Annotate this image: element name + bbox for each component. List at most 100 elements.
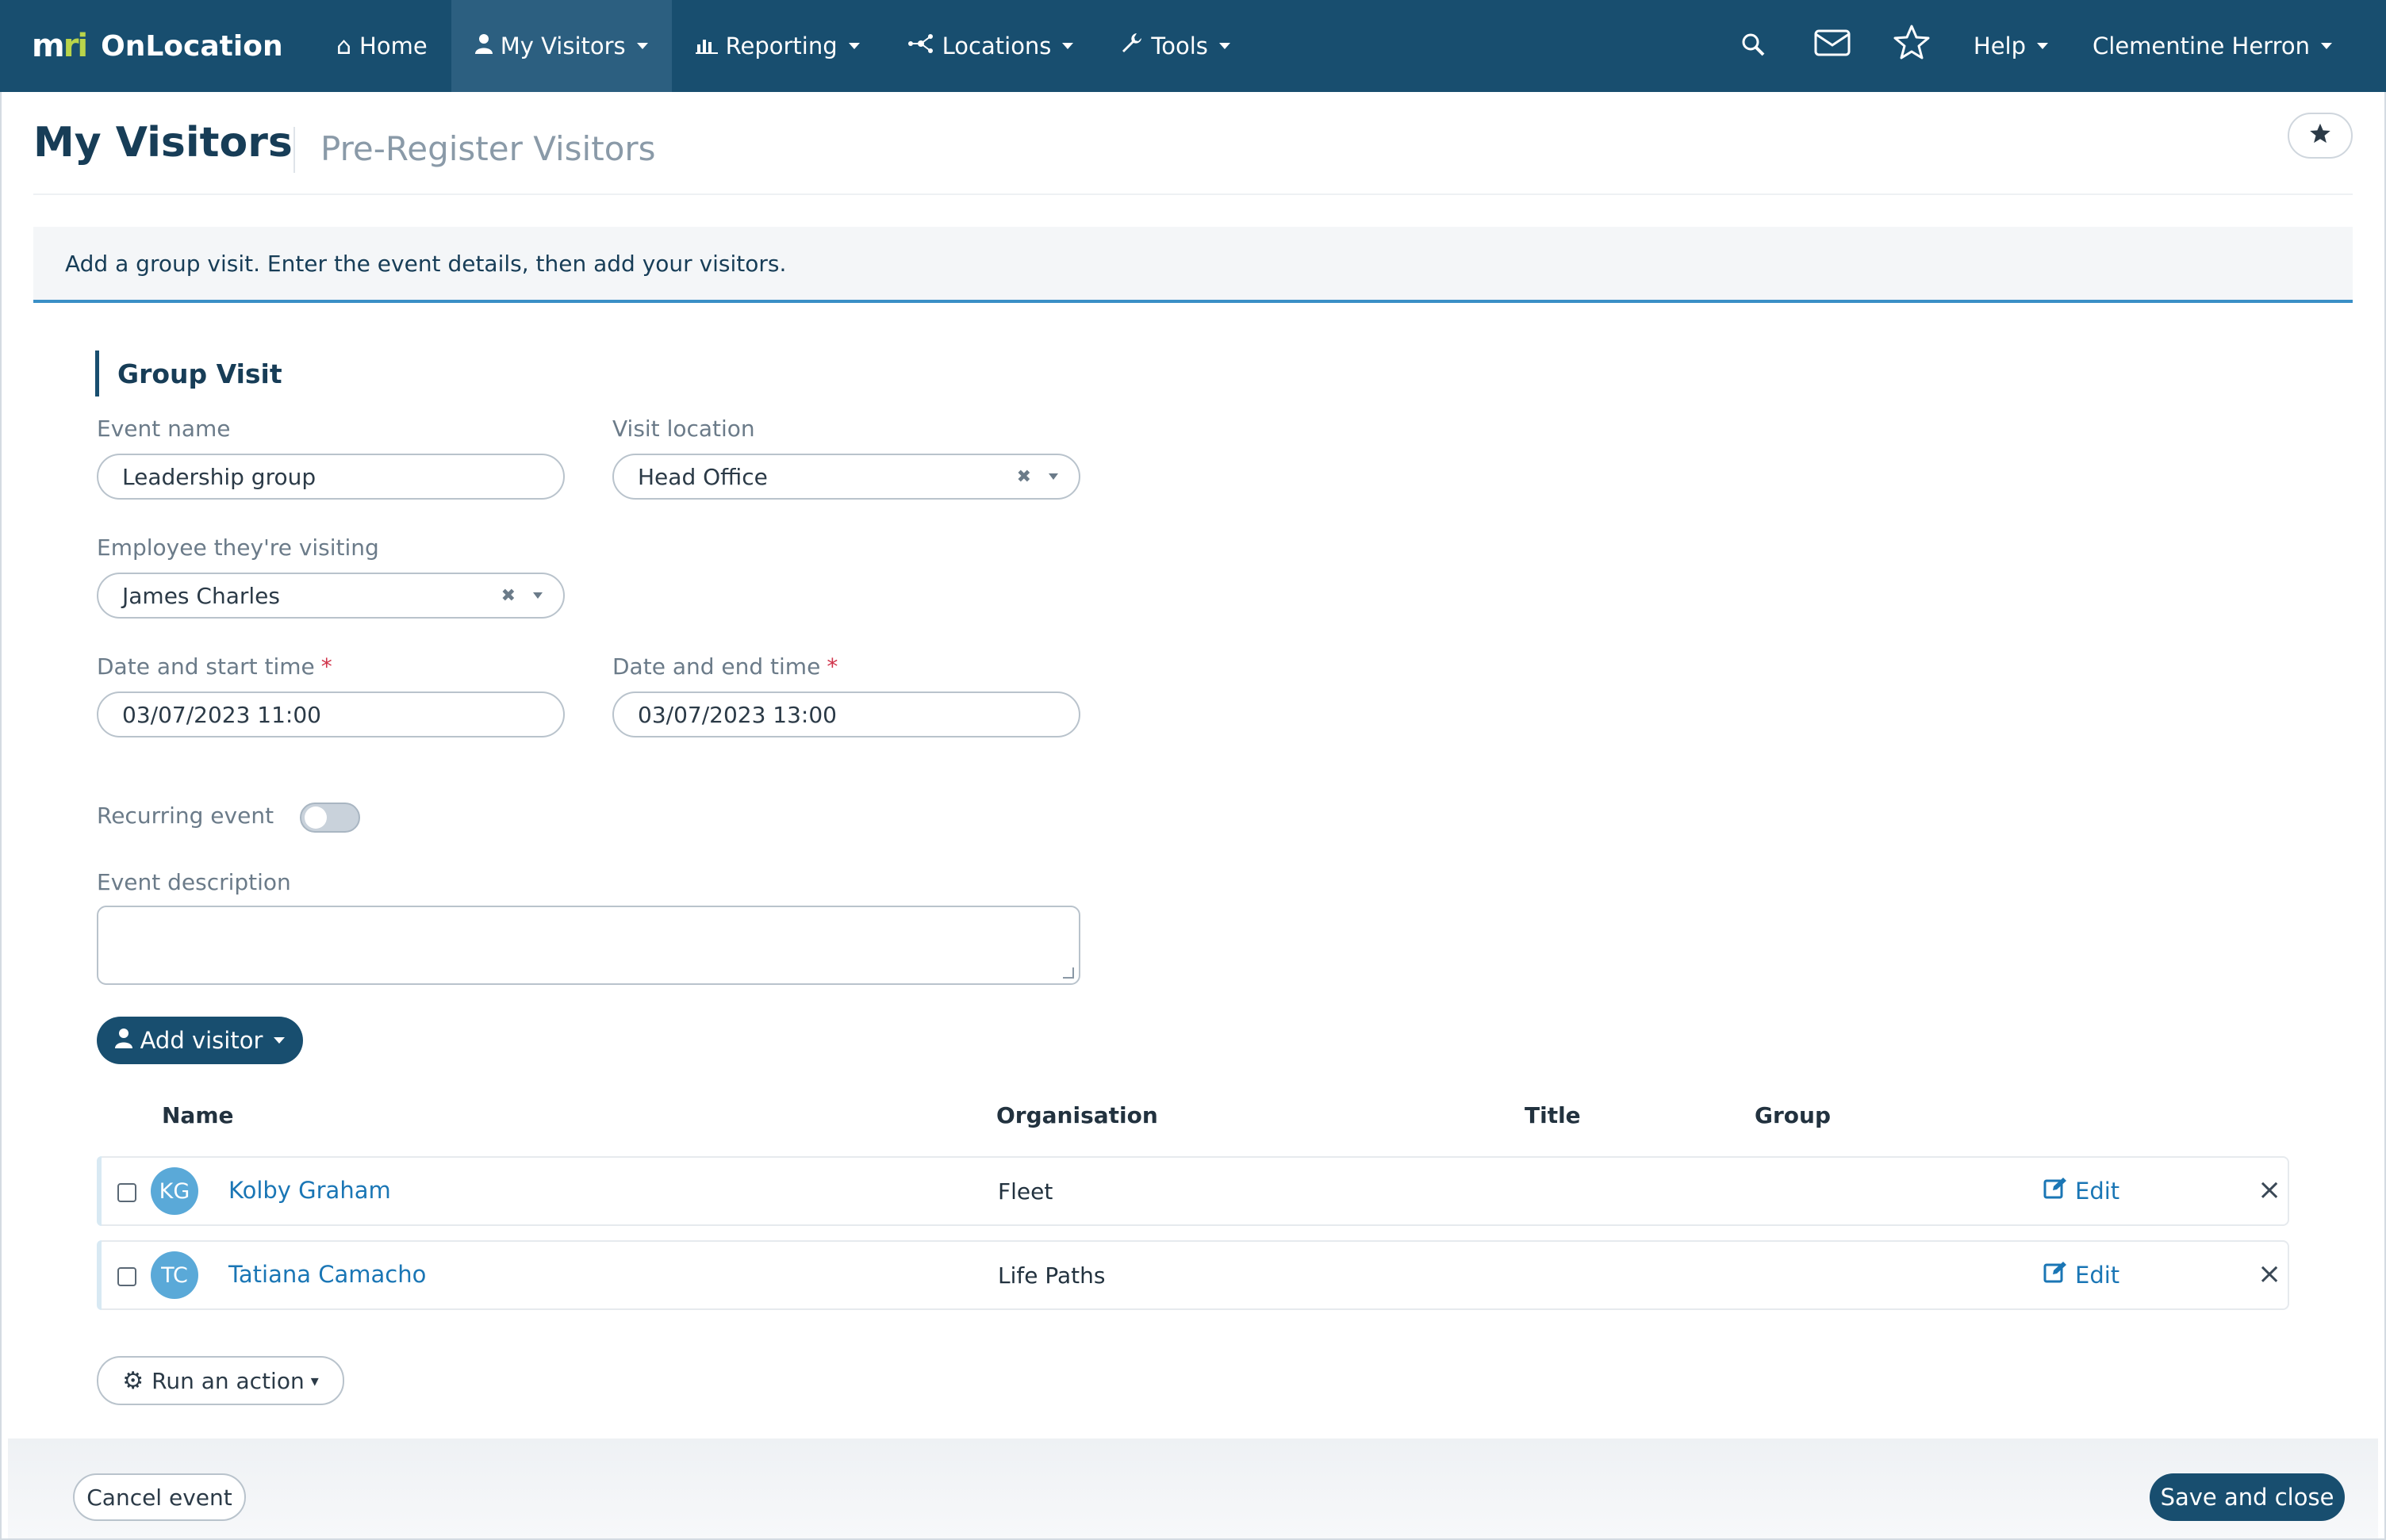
search-icon	[1741, 28, 1765, 64]
chevron-down-icon	[848, 43, 860, 49]
run-action-button[interactable]: ⚙ Run an action ▾	[97, 1356, 344, 1405]
toggle-knob	[305, 806, 327, 829]
required-marker: *	[320, 653, 332, 680]
event-name-input[interactable]: Leadership group	[97, 454, 565, 500]
recurring-toggle[interactable]	[300, 803, 360, 833]
visitor-name-link[interactable]: Kolby Graham	[228, 1177, 391, 1204]
help-label: Help	[1973, 33, 2027, 59]
header-divider	[33, 193, 2353, 195]
add-visitor-button[interactable]: Add visitor	[97, 1017, 303, 1064]
chevron-down-icon	[274, 1037, 286, 1044]
select-controls: ✖	[1017, 455, 1058, 498]
help-menu[interactable]: Help	[1951, 0, 2070, 92]
column-header-name[interactable]: Name	[162, 1102, 234, 1128]
edit-label: Edit	[2075, 1261, 2120, 1289]
favourite-page-button[interactable]	[2288, 113, 2353, 159]
star-icon	[2308, 121, 2332, 151]
start-time-input[interactable]: 03/07/2023 11:00	[97, 691, 565, 737]
footer-bar	[8, 1438, 2378, 1538]
visitor-organisation: Life Paths	[998, 1262, 1106, 1289]
chevron-down-icon	[1062, 43, 1074, 49]
favourites-button[interactable]	[1872, 0, 1951, 92]
user-icon	[474, 33, 493, 60]
start-time-value: 03/07/2023 11:00	[122, 701, 321, 728]
chevron-down-icon: ▾	[310, 1371, 319, 1390]
chevron-down-icon	[2321, 43, 2332, 49]
description-textarea[interactable]	[97, 906, 1080, 985]
resize-handle[interactable]	[1063, 967, 1074, 979]
user-icon	[114, 1027, 132, 1054]
chevron-down-icon	[2037, 43, 2049, 49]
remove-visitor-icon[interactable]: ×	[2257, 1174, 2281, 1206]
visitor-name-link[interactable]: Tatiana Camacho	[228, 1261, 426, 1288]
description-label: Event description	[97, 869, 291, 895]
brand-logo[interactable]: mri OnLocation	[32, 28, 313, 64]
column-header-title[interactable]: Title	[1525, 1102, 1581, 1128]
home-icon: ⌂	[336, 32, 352, 60]
clear-icon[interactable]: ✖	[1017, 467, 1031, 487]
wrench-icon	[1121, 32, 1143, 60]
nav-my-visitors-label: My Visitors	[500, 33, 626, 59]
nav-reporting[interactable]: Reporting	[672, 0, 884, 92]
avatar: TC	[151, 1251, 198, 1299]
user-menu[interactable]: Clementine Herron	[2070, 0, 2354, 92]
row-checkbox[interactable]	[117, 1267, 136, 1286]
column-header-organisation[interactable]: Organisation	[996, 1102, 1158, 1128]
top-navigation: mri OnLocation ⌂ Home My Visitors Report…	[0, 0, 2386, 92]
end-time-label: Date and end time *	[612, 653, 838, 680]
brand-name: OnLocation	[101, 29, 283, 63]
chevron-down-icon	[636, 43, 648, 49]
row-accent	[97, 1240, 102, 1310]
nav-home[interactable]: ⌂ Home	[313, 0, 451, 92]
nav-reporting-label: Reporting	[725, 33, 838, 59]
gear-icon: ⚙	[122, 1366, 144, 1395]
info-banner-text: Add a group visit. Enter the event detai…	[65, 250, 787, 277]
end-time-input[interactable]: 03/07/2023 13:00	[612, 691, 1080, 737]
save-and-close-label: Save and close	[2160, 1484, 2334, 1511]
recurring-label: Recurring event	[97, 803, 274, 829]
edit-icon	[2043, 1261, 2067, 1289]
clear-icon[interactable]: ✖	[501, 586, 516, 606]
title-divider	[293, 127, 295, 173]
nav-tools-label: Tools	[1151, 33, 1208, 59]
end-time-label-text: Date and end time	[612, 653, 821, 680]
event-name-label: Event name	[97, 416, 231, 442]
visit-location-value: Head Office	[638, 463, 768, 490]
user-name: Clementine Herron	[2093, 33, 2310, 59]
employee-value: James Charles	[122, 582, 280, 609]
section-title: Group Visit	[117, 358, 282, 389]
avatar: KG	[151, 1167, 198, 1215]
nav-locations[interactable]: Locations	[884, 0, 1098, 92]
save-and-close-button[interactable]: Save and close	[2150, 1473, 2345, 1521]
nav-my-visitors[interactable]: My Visitors	[451, 0, 672, 92]
start-time-label: Date and start time *	[97, 653, 332, 680]
edit-icon	[2043, 1177, 2067, 1205]
star-icon	[1893, 24, 1931, 68]
edit-visitor-button[interactable]: Edit	[2043, 1177, 2119, 1205]
bar-chart-icon	[695, 33, 718, 60]
envelope-icon	[1814, 28, 1851, 64]
mri-logo: mri	[32, 28, 88, 64]
event-name-value: Leadership group	[122, 463, 316, 490]
add-visitor-label: Add visitor	[140, 1027, 263, 1054]
end-time-value: 03/07/2023 13:00	[638, 701, 837, 728]
remove-visitor-icon[interactable]: ×	[2257, 1258, 2281, 1290]
visit-location-select[interactable]: Head Office ✖	[612, 454, 1080, 500]
page-subtitle: Pre-Register Visitors	[320, 129, 656, 168]
employee-select[interactable]: James Charles ✖	[97, 573, 565, 619]
select-controls: ✖	[501, 574, 543, 617]
row-accent	[97, 1156, 102, 1226]
row-checkbox[interactable]	[117, 1183, 136, 1202]
dropdown-arrow-icon[interactable]	[1049, 473, 1058, 480]
nav-home-label: Home	[359, 33, 428, 59]
messages-button[interactable]	[1793, 0, 1872, 92]
column-header-group[interactable]: Group	[1755, 1102, 1831, 1128]
dropdown-arrow-icon[interactable]	[533, 592, 543, 599]
visit-location-label: Visit location	[612, 416, 755, 442]
network-icon	[907, 33, 934, 60]
search-button[interactable]	[1713, 0, 1793, 92]
cancel-event-button[interactable]: Cancel event	[73, 1473, 246, 1521]
nav-tools[interactable]: Tools	[1097, 0, 1253, 92]
required-marker: *	[827, 653, 838, 680]
edit-visitor-button[interactable]: Edit	[2043, 1261, 2119, 1289]
